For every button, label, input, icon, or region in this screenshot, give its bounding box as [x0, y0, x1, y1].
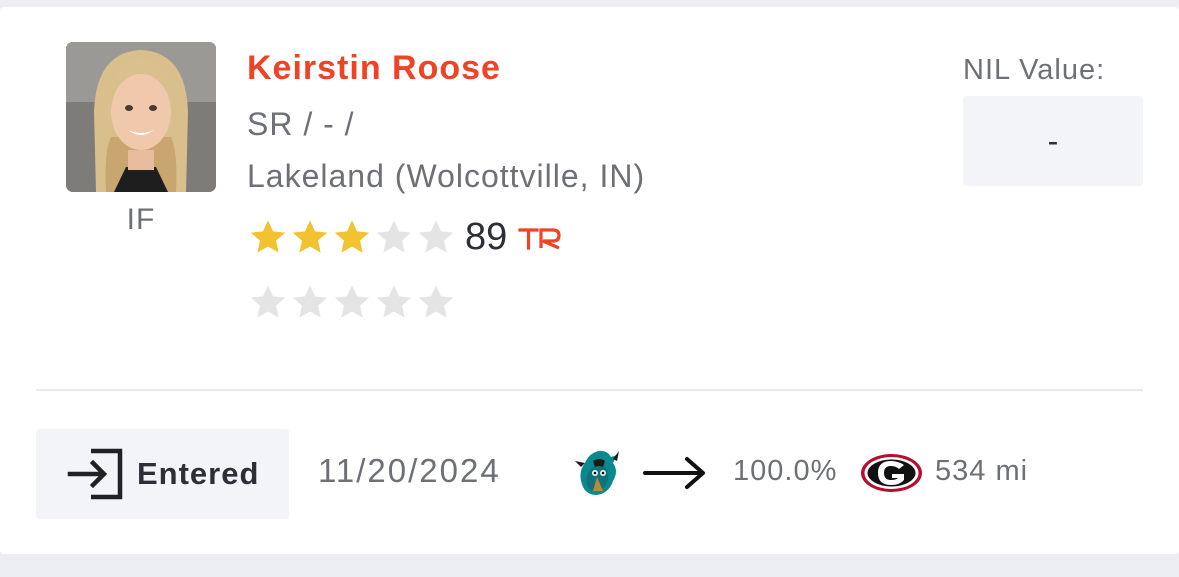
transfer-date: 11/20/2024: [318, 452, 501, 489]
coastal-carolina-logo-icon[interactable]: [573, 447, 621, 499]
nil-value: -: [1047, 122, 1059, 159]
player-class-line: SR / - /: [247, 106, 355, 142]
star-empty-icon: [418, 220, 454, 253]
star-empty-icon: [250, 285, 286, 318]
player-photo[interactable]: [66, 42, 216, 192]
player-school: Lakeland (Wolcottville, IN): [247, 158, 646, 194]
player-name[interactable]: Keirstin Roose: [247, 49, 501, 88]
star-empty-icon: [418, 285, 454, 318]
divider: [36, 389, 1143, 391]
star-filled-icon: [334, 220, 370, 253]
star-filled-icon: [250, 220, 286, 253]
star-empty-icon: [376, 285, 412, 318]
star-empty-icon: [376, 220, 412, 253]
tr-logo-icon[interactable]: [517, 222, 563, 252]
star-empty-icon: [292, 285, 328, 318]
secondary-star-rating-row: [247, 281, 457, 323]
player-photo-image: [66, 42, 216, 192]
georgia-logo-icon[interactable]: [860, 453, 923, 493]
nil-value-label: NIL Value:: [963, 54, 1106, 86]
nil-value-box: -: [963, 96, 1143, 186]
transfer-percent: 100.0%: [733, 455, 838, 487]
player-position: IF: [126, 203, 156, 236]
transfer-status-label: Entered: [137, 456, 260, 491]
arrow-right-icon: [643, 457, 705, 489]
transfer-distance: 534 mi: [935, 455, 1029, 487]
star-filled-icon: [292, 220, 328, 253]
enter-icon: [67, 448, 123, 500]
star-rating-row: 89: [247, 216, 563, 258]
player-card: IF Keirstin Roose SR / - / Lakeland (Wol…: [0, 7, 1179, 554]
rating-score: 89: [465, 216, 508, 258]
star-empty-icon: [334, 285, 370, 318]
transfer-status-badge: Entered: [36, 429, 289, 519]
